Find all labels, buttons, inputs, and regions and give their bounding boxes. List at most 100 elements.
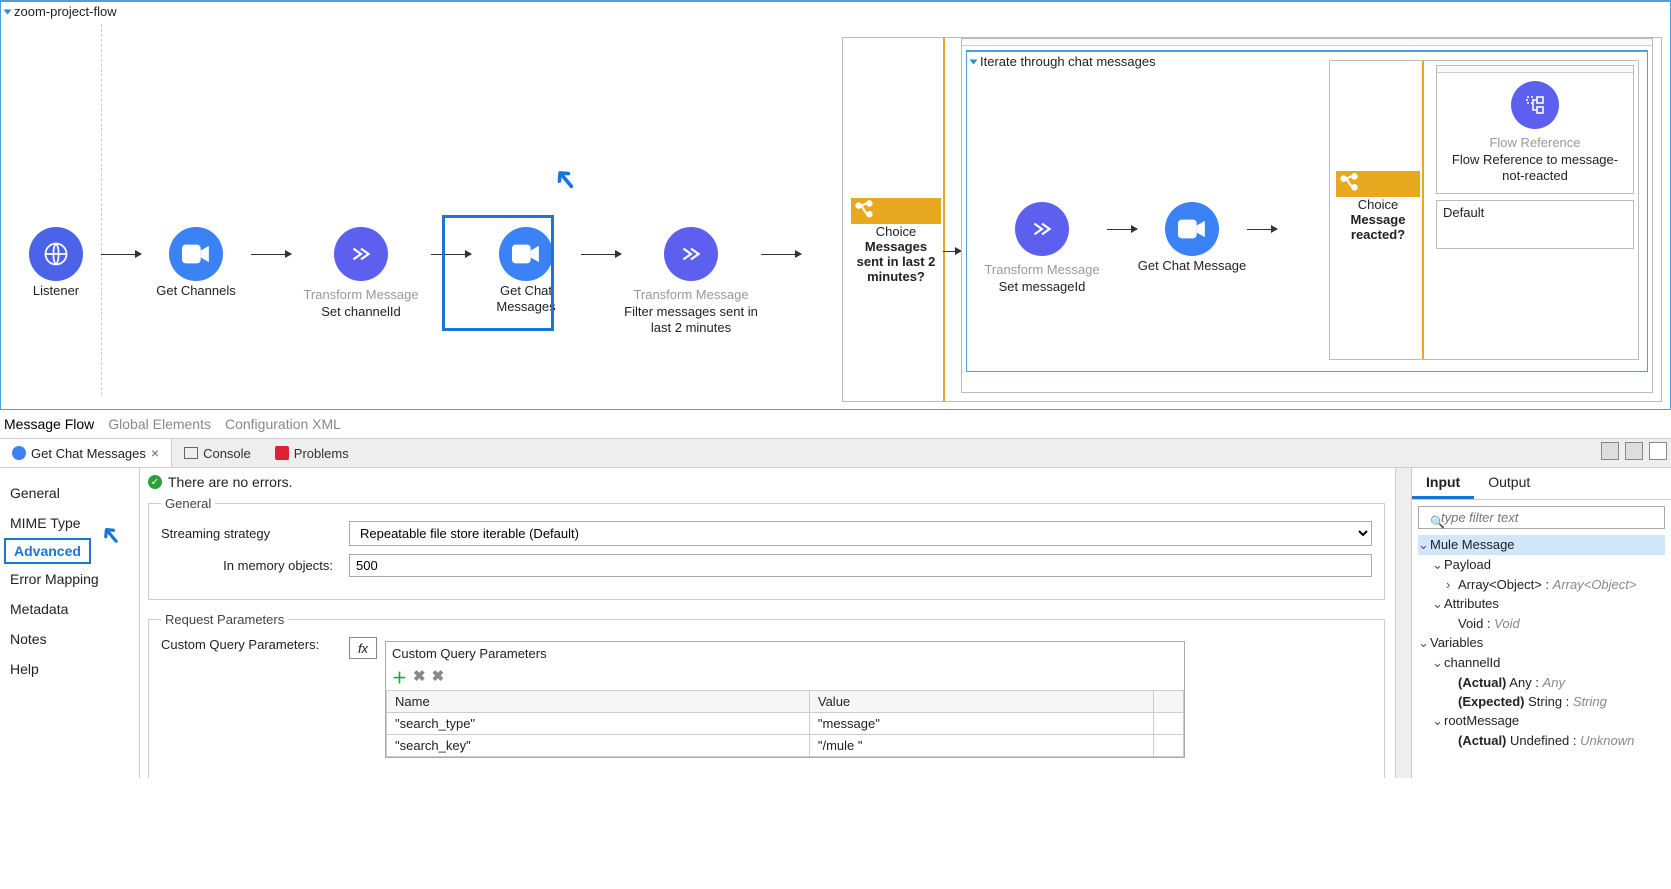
delete-all-icon[interactable]: ✖ [432,667,445,688]
search-icon: 🔍 [1430,515,1445,529]
tab-input[interactable]: Input [1412,468,1474,499]
nav-error-mapping[interactable]: Error Mapping [0,564,139,594]
save-icon[interactable] [1601,442,1619,460]
fx-button[interactable]: fx [349,637,377,659]
col-name[interactable]: Name [387,691,810,713]
table-title: Custom Query Parameters [386,642,1184,665]
node-type: Transform Message [303,287,418,302]
nav-advanced[interactable]: Advanced [4,538,91,564]
tree-any-label[interactable]: Any : [1509,675,1539,690]
add-icon[interactable]: ＋ [392,667,407,688]
tab-label: Get Chat Messages [31,446,146,461]
view-tabs: Message Flow Global Elements Configurati… [0,410,1671,438]
nav-metadata[interactable]: Metadata [0,594,139,624]
metadata-tree[interactable]: ⌄Mule Message ⌄Payload ›Array<Object> : … [1412,535,1671,778]
tree-attributes[interactable]: Attributes [1444,596,1499,611]
default-label: Default [1443,205,1484,220]
node-type: Choice [851,224,941,239]
custom-query-params-label: Custom Query Parameters: [161,637,341,652]
tab-label: Problems [294,446,349,461]
tree-variables[interactable]: Variables [1430,635,1483,650]
tab-config-xml[interactable]: Configuration XML [225,416,341,432]
node-type: Transform Message [984,262,1099,277]
iterate-scope[interactable]: Iterate through chat messages Transform … [966,50,1648,372]
source-divider [101,24,102,395]
tree-actual: (Actual) [1458,675,1506,690]
view-icon[interactable] [1625,442,1643,460]
node-get-chat-messages[interactable]: ➜ Get Chat Messages [471,227,581,316]
choice-bar [943,38,945,401]
camera-icon [169,227,223,281]
annotation-arrow-icon: ➜ [544,159,587,201]
expand-icon[interactable] [970,59,978,64]
condition-expression[interactable] [1437,66,1633,73]
choice-bar [1422,61,1424,359]
tab-global-elements[interactable]: Global Elements [108,416,211,432]
choice-icon [851,198,941,224]
col-value[interactable]: Value [809,691,1153,713]
choice-container[interactable]: Choice Messages sent in last 2 minutes? … [842,37,1662,402]
tree-actual: (Actual) [1458,733,1506,748]
arrow-icon [1247,202,1277,256]
inner-branch-reacted[interactable]: Flow Reference Flow Reference to message… [1436,65,1634,194]
node-set-messageid[interactable]: Transform Message Set messageId [977,202,1107,295]
tree-array-label[interactable]: Array<Object> : [1458,577,1549,592]
tab-console[interactable]: Console [172,439,263,467]
tab-problems[interactable]: Problems [263,439,361,467]
tree-rootmessage[interactable]: rootMessage [1444,713,1519,728]
cell-name[interactable]: "search_type" [387,713,810,735]
nav-notes[interactable]: Notes [0,624,139,654]
in-memory-objects-input[interactable] [349,554,1372,577]
streaming-strategy-select[interactable]: Repeatable file store iterable (Default) [349,521,1372,546]
console-tab-bar: Get Chat Messages × Console Problems [0,438,1671,468]
table-row[interactable]: "search_key" "/mule " [387,735,1184,757]
minimize-icon[interactable] [1649,442,1667,460]
node-choice-messages-sent[interactable]: Choice Messages sent in last 2 minutes? [851,198,941,284]
tree-void-label[interactable]: Void : [1458,616,1491,631]
nav-help[interactable]: Help [0,654,139,684]
cell-value[interactable]: "/mule " [809,735,1153,757]
general-fieldset: General Streaming strategy Repeatable fi… [148,496,1385,600]
fieldset-legend: General [161,496,215,511]
cell-value[interactable]: "message" [809,713,1153,735]
scrollbar[interactable] [1395,468,1411,778]
delete-icon[interactable]: ✖ [413,667,426,688]
tree-undefined-label[interactable]: Undefined : [1510,733,1577,748]
flow-name: zoom-project-flow [14,4,117,19]
node-label: Get Chat Messages [496,283,555,316]
tree-mule-message[interactable]: Mule Message [1430,537,1515,552]
filter-input[interactable] [1418,506,1665,529]
node-label: Get Channels [156,283,236,299]
condition-expression[interactable] [962,39,1652,46]
arrow-icon [431,227,471,281]
node-choice-message-reacted[interactable]: Choice Message reacted? [1336,171,1420,242]
inner-branch-default[interactable]: Default [1436,200,1634,249]
close-icon[interactable]: × [151,445,159,461]
nav-general[interactable]: General [0,478,139,508]
node-get-channels[interactable]: Get Channels [141,227,251,299]
tree-array-type: Array<Object> [1553,577,1637,592]
tree-void-type: Void [1494,616,1520,631]
table-row[interactable]: "search_type" "message" [387,713,1184,735]
transform-icon [1015,202,1069,256]
tree-string-type: String [1573,694,1607,709]
inner-choice-container[interactable]: Choice Message reacted? Flow Reference [1329,60,1639,360]
cell-name[interactable]: "search_key" [387,735,810,757]
node-get-chat-message[interactable]: Get Chat Message [1137,202,1247,274]
console-icon [184,447,198,459]
node-set-channelid[interactable]: Transform Message Set channelId [291,227,431,320]
node-filter-messages[interactable]: Transform Message Filter messages sent i… [621,227,761,337]
tree-string-label[interactable]: String : [1528,694,1569,709]
node-listener[interactable]: Listener [11,227,101,299]
transform-icon [334,227,388,281]
tree-channelid[interactable]: channelId [1444,655,1500,670]
node-label: Get Chat Message [1138,258,1246,274]
choice-icon [1336,171,1420,197]
flow-canvas[interactable]: zoom-project-flow Listener Get Channels … [0,0,1671,410]
expand-icon[interactable] [4,9,12,14]
tree-payload[interactable]: Payload [1444,557,1491,572]
tab-message-flow[interactable]: Message Flow [4,416,94,432]
arrow-icon [581,227,621,281]
tab-get-chat-messages[interactable]: Get Chat Messages × [0,439,172,467]
tab-output[interactable]: Output [1474,468,1544,499]
